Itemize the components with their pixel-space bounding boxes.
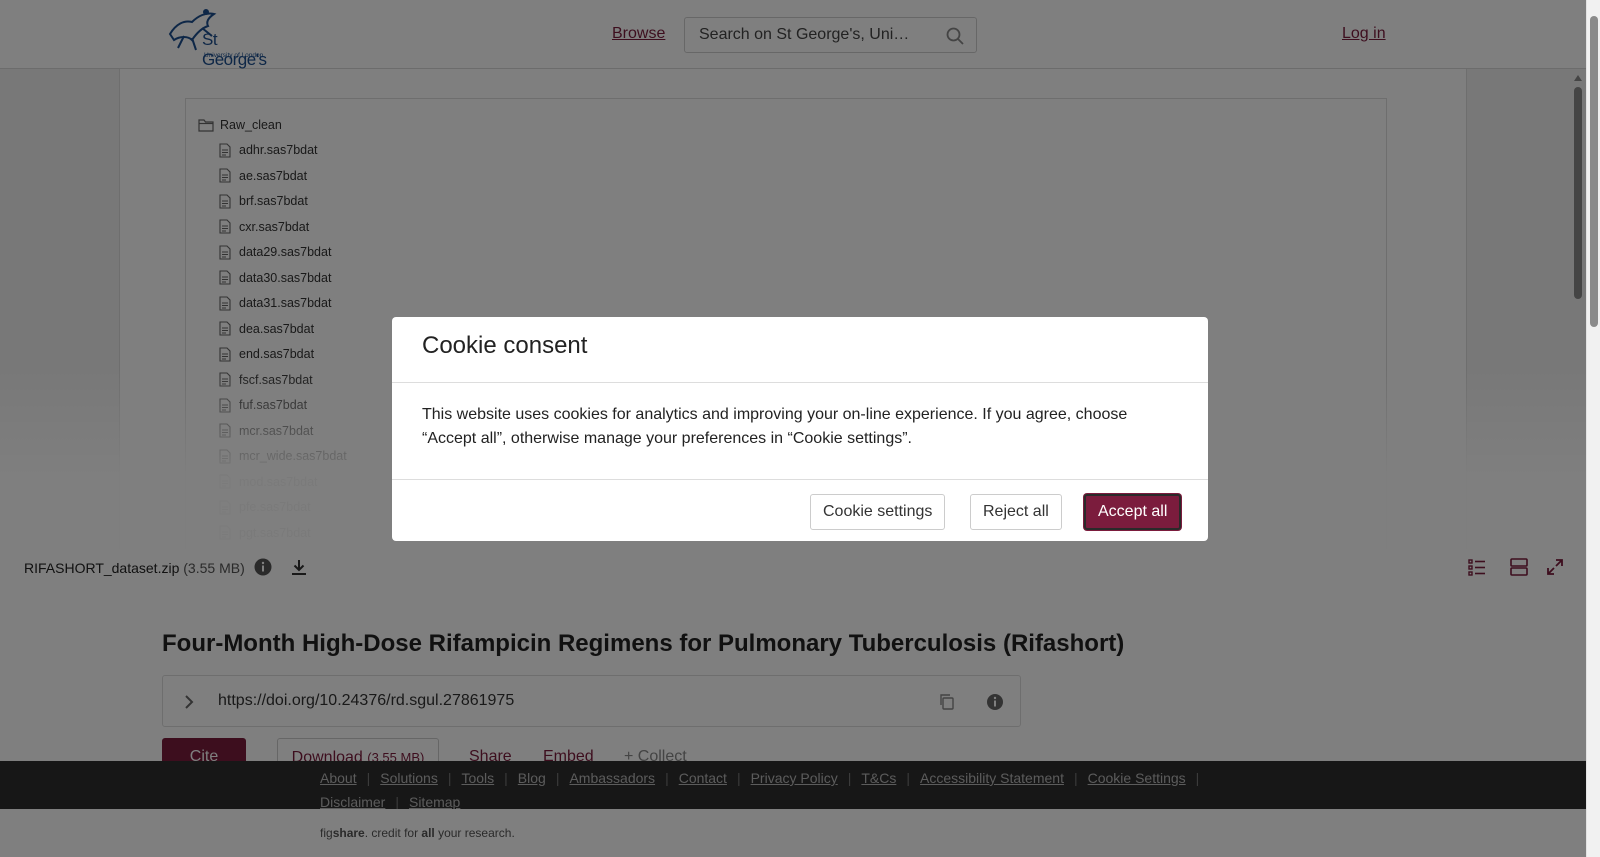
footer-overlay — [0, 761, 1586, 857]
dialog-body: This website uses cookies for analytics … — [422, 406, 1128, 447]
accept-all-button[interactable]: Accept all — [1084, 494, 1182, 530]
cookie-settings-button[interactable]: Cookie settings — [810, 494, 946, 530]
page-scroll-thumb[interactable] — [1590, 16, 1598, 327]
divider — [392, 479, 1208, 480]
divider — [392, 382, 1208, 383]
reject-all-button[interactable]: Reject all — [970, 494, 1062, 530]
dialog-title: Cookie consent — [422, 332, 588, 359]
page-scrollbar[interactable] — [1586, 0, 1600, 857]
cookie-consent-dialog: Cookie consent This website uses cookies… — [392, 317, 1208, 541]
